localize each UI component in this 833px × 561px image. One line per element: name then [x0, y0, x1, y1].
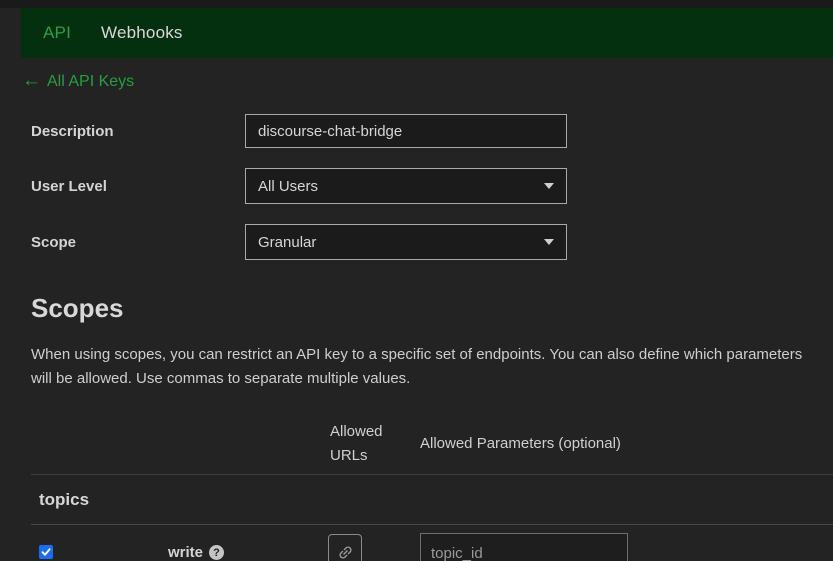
- topic-id-param-input[interactable]: [420, 533, 628, 561]
- arrow-left-icon: ←: [22, 70, 41, 91]
- header-allowed-parameters: Allowed Parameters (optional): [420, 435, 621, 452]
- header-empty-name-col: [66, 414, 326, 474]
- user-level-select[interactable]: All Users: [245, 168, 567, 204]
- description-row: Description: [31, 114, 833, 148]
- allowed-urls-link-button[interactable]: [328, 534, 362, 561]
- scope-label: Scope: [31, 233, 77, 251]
- scope-name-label: write: [167, 544, 203, 561]
- admin-subnav: API Webhooks: [21, 8, 833, 58]
- back-link-label: All API Keys: [47, 72, 135, 90]
- check-icon: [41, 548, 51, 556]
- api-key-form: Description User Level All Users Scope G…: [31, 114, 833, 260]
- scopes-table: Allowed URLs Allowed Parameters (optiona…: [31, 414, 833, 561]
- description-input[interactable]: [245, 114, 567, 148]
- user-level-row: User Level All Users: [31, 168, 833, 204]
- scope-select[interactable]: Granular: [245, 224, 567, 260]
- back-all-api-keys-link[interactable]: ← All API Keys: [22, 70, 135, 91]
- tab-webhooks[interactable]: Webhooks: [101, 23, 183, 43]
- scope-row: Scope Granular: [31, 224, 833, 260]
- scope-value: Granular: [258, 233, 317, 251]
- scope-checkbox-cell: [31, 524, 66, 561]
- allowed-params-cell: [420, 524, 833, 561]
- user-level-value: All Users: [258, 177, 319, 195]
- question-circle-icon[interactable]: ?: [209, 545, 224, 560]
- chevron-down-icon: [544, 239, 554, 245]
- scope-name-cell: write ?: [66, 524, 326, 561]
- user-level-label: User Level: [31, 177, 107, 195]
- scopes-heading: Scopes: [31, 293, 124, 323]
- allowed-urls-cell: [326, 524, 420, 561]
- description-label: Description: [31, 122, 114, 140]
- scope-group-topics: topics: [31, 474, 833, 524]
- header-allowed-urls: Allowed URLs: [330, 423, 383, 464]
- chevron-down-icon: [544, 183, 554, 189]
- tab-api[interactable]: API: [43, 23, 71, 43]
- scopes-description: When using scopes, you can restrict an A…: [31, 346, 803, 387]
- header-empty-checkbox-col: [31, 414, 66, 474]
- viewport-top-strip: [0, 0, 833, 8]
- scope-write-checkbox[interactable]: [39, 545, 53, 559]
- link-icon: [338, 545, 352, 559]
